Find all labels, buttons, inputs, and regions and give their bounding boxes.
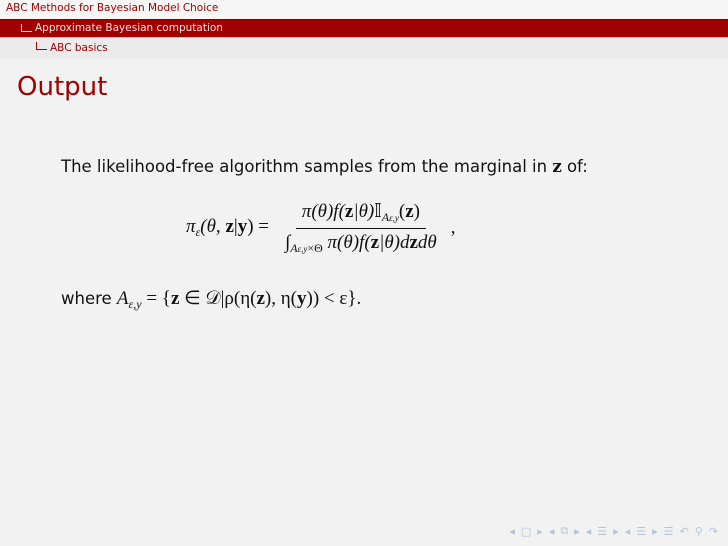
section-prev-icon[interactable]: ◂ [586,525,592,538]
forward-icon[interactable]: ↷ [709,525,718,538]
equation-numerator: π(θ)f(z|θ)𝕀Aε,y(z) [295,200,426,229]
subsection-bar: ABC basics [0,38,728,59]
part-next-icon[interactable]: ▸ [652,525,658,538]
frame-prev-icon[interactable]: ◂ [509,525,515,538]
presentation-title[interactable]: ABC Methods for Bayesian Model Choice [6,2,218,14]
document-icon[interactable]: ☰ [664,525,674,538]
equation-denominator: ∫Aε,y×Θ π(θ)f(z|θ)dzdθ [284,232,437,255]
presentation-title-bar: ABC Methods for Bayesian Model Choice [0,0,728,19]
frame-icon[interactable]: □ [521,525,531,538]
intro-variable: z [552,157,562,176]
where-clause: where Aε,y = {z ∈ 𝒟|ρ(η(z), η(y)) < ε}. [61,287,361,312]
search-icon[interactable]: ⚲ [695,525,703,538]
frame-next-icon[interactable]: ▸ [537,525,543,538]
subsection-next-icon[interactable]: ▸ [574,525,580,538]
tree-connector-icon [36,42,47,50]
equation-comma: , [450,217,456,238]
where-label: where [61,289,117,308]
section-bar: Approximate Bayesian computation [0,19,728,38]
part-prev-icon[interactable]: ◂ [625,525,631,538]
section-next-icon[interactable]: ▸ [613,525,619,538]
part-icon[interactable]: ☰ [636,525,646,538]
section-icon[interactable]: ☰ [597,525,607,538]
frame-title: Output [17,72,108,102]
posterior-equation: πε(θ, z|y) = π(θ)f(z|θ)𝕀Aε,y(z) ∫Aε,y×Θ … [186,200,456,256]
subsection-prev-icon[interactable]: ◂ [549,525,555,538]
intro-text: The likelihood-free algorithm samples fr… [61,157,553,176]
tree-connector-icon [21,24,32,32]
back-icon[interactable]: ↶ [680,525,689,538]
intro-end: of: [561,157,588,176]
section-title[interactable]: Approximate Bayesian computation [35,22,223,34]
beamer-navigation: ◂ □ ▸ ◂ ⧉ ▸ ◂ ☰ ▸ ◂ ☰ ▸ ☰ ↶ ⚲ ↷ [509,524,718,538]
subsection-icon[interactable]: ⧉ [560,524,568,538]
intro-paragraph: The likelihood-free algorithm samples fr… [61,157,588,176]
where-math: Aε,y = {z ∈ 𝒟|ρ(η(z), η(y)) < ε}. [116,288,362,311]
subsection-title[interactable]: ABC basics [50,42,108,54]
equation-fraction: π(θ)f(z|θ)𝕀Aε,y(z) ∫Aε,y×Θ π(θ)f(z|θ)dzd… [279,200,443,256]
equation-lhs: πε(θ, z|y) = [186,216,269,239]
